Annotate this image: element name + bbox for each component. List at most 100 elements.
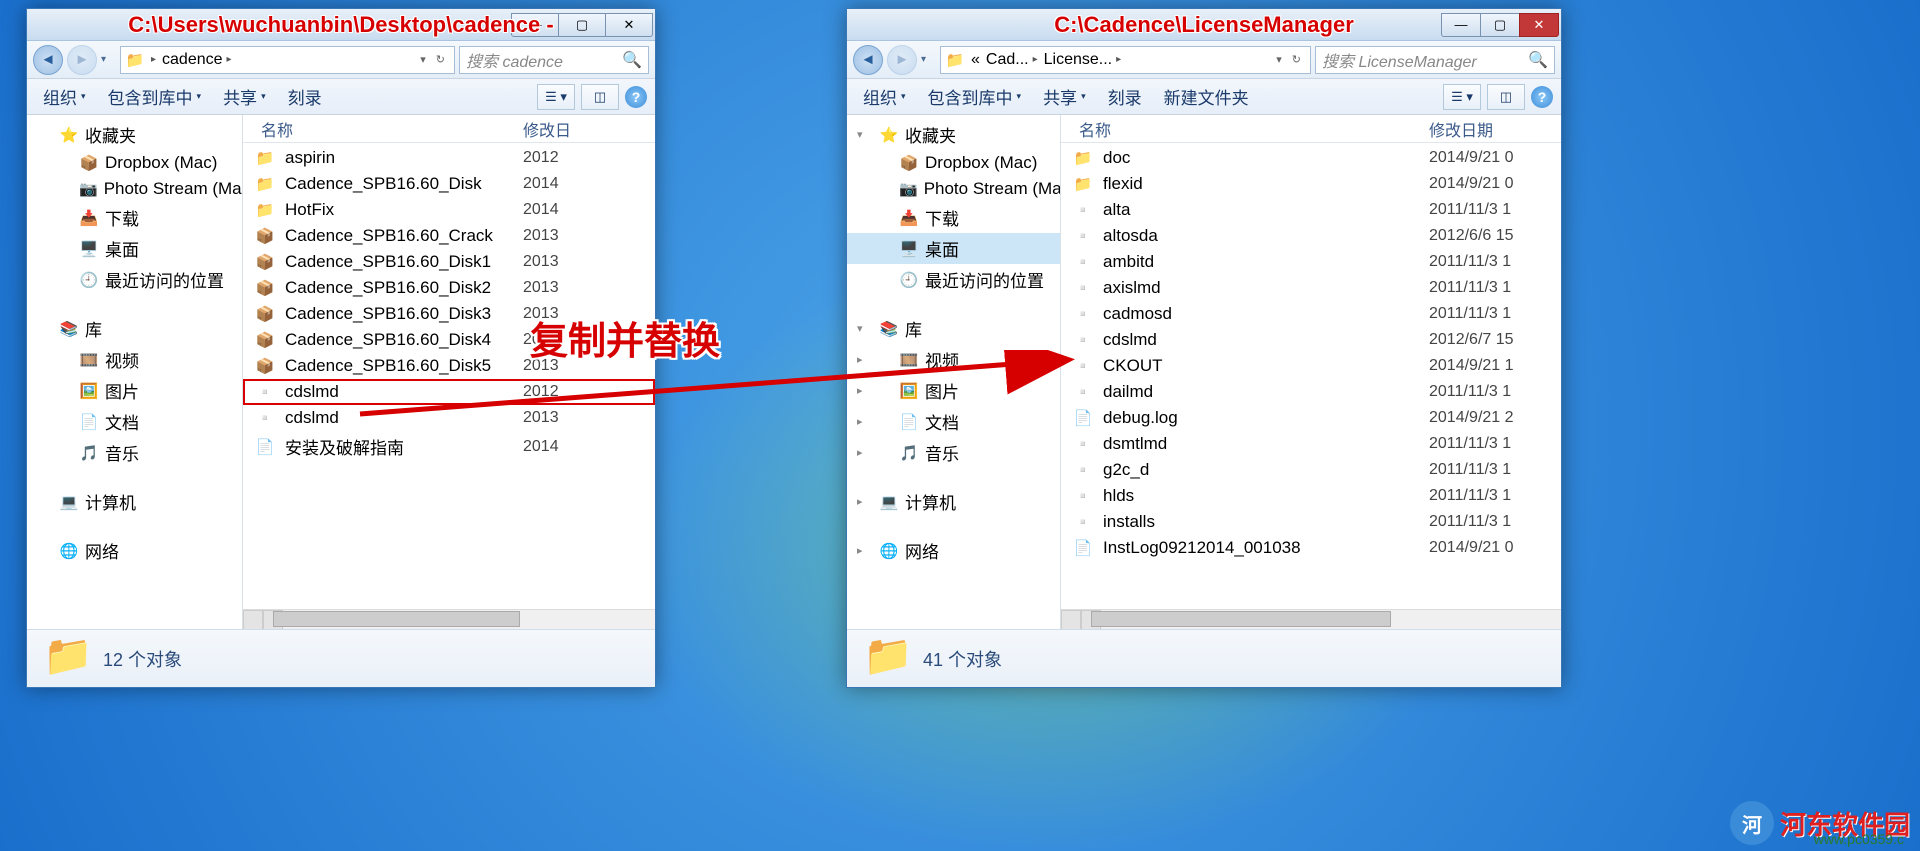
file-row[interactable]: 📁aspirin2012 — [243, 145, 655, 171]
share-menu[interactable]: 共享▾ — [215, 80, 274, 113]
preview-pane-button[interactable]: ◫ — [581, 84, 619, 110]
file-list[interactable]: 📁aspirin2012📁Cadence_SPB16.60_Disk2014📁H… — [243, 143, 655, 609]
file-row[interactable]: 📦Cadence_SPB16.60_Disk22013 — [243, 275, 655, 301]
file-row[interactable]: ▫️CKOUT2014/9/21 1 — [1061, 353, 1561, 379]
file-row[interactable]: 📦Cadence_SPB16.60_Disk12013 — [243, 249, 655, 275]
breadcrumb-seg[interactable]: Cad...▸ — [986, 51, 1038, 69]
close-button[interactable]: ✕ — [1519, 13, 1559, 37]
include-menu[interactable]: 包含到库中▾ — [920, 80, 1030, 113]
file-row[interactable]: ▫️cdslmd2013 — [243, 405, 655, 431]
nav-lib-item[interactable]: ▸🎵音乐 — [847, 437, 1060, 468]
nav-lib-item[interactable]: 🎵音乐 — [27, 437, 242, 468]
search-input[interactable]: 搜索 cadence 🔍 — [459, 46, 649, 74]
titlebar[interactable]: C:\Users\wuchuanbin\Desktop\cadence - — … — [27, 9, 655, 41]
breadcrumb-seg[interactable]: License...▸ — [1044, 51, 1122, 69]
forward-button[interactable]: ► — [67, 45, 97, 75]
organize-menu[interactable]: 组织▾ — [855, 80, 914, 113]
nav-history-dropdown[interactable]: ▾ — [101, 54, 116, 65]
file-row[interactable]: ▫️cdslmd2012 — [243, 379, 655, 405]
nav-fav-item[interactable]: 📦Dropbox (Mac) — [847, 150, 1060, 176]
nav-history-dropdown[interactable]: ▾ — [921, 54, 936, 65]
address-dropdown-icon[interactable]: ▾↻ — [1271, 53, 1306, 66]
nav-libraries[interactable]: ▾📚库 — [847, 313, 1060, 344]
file-row[interactable]: ▫️dailmd2011/11/3 1 — [1061, 379, 1561, 405]
file-row[interactable]: ▫️ambitd2011/11/3 1 — [1061, 249, 1561, 275]
back-button[interactable]: ◄ — [33, 45, 63, 75]
nav-lib-item[interactable]: ▸📄文档 — [847, 406, 1060, 437]
nav-fav-item[interactable]: 📷Photo Stream (Mac) — [27, 176, 242, 202]
file-row[interactable]: 📄InstLog09212014_0010382014/9/21 0 — [1061, 535, 1561, 561]
nav-fav-item[interactable]: 🖥️桌面 — [27, 233, 242, 264]
help-button[interactable]: ? — [1531, 86, 1553, 108]
nav-fav-item[interactable]: 🕘最近访问的位置 — [27, 264, 242, 295]
file-row[interactable]: 📄debug.log2014/9/21 2 — [1061, 405, 1561, 431]
column-headers[interactable]: 名称 修改日期 — [1061, 115, 1561, 143]
maximize-button[interactable]: ▢ — [558, 13, 606, 37]
col-date[interactable]: 修改日期 — [1429, 117, 1549, 141]
file-row[interactable]: 📄安装及破解指南2014 — [243, 431, 655, 462]
nav-computer[interactable]: ▸💻计算机 — [847, 486, 1060, 517]
forward-button[interactable]: ► — [887, 45, 917, 75]
close-button[interactable]: ✕ — [605, 13, 653, 37]
preview-pane-button[interactable]: ◫ — [1487, 84, 1525, 110]
file-row[interactable]: 📁HotFix2014 — [243, 197, 655, 223]
nav-favorites[interactable]: ▾⭐收藏夹 — [847, 119, 1060, 150]
horizontal-scrollbar[interactable] — [1061, 609, 1561, 629]
organize-menu[interactable]: 组织▾ — [35, 80, 94, 113]
nav-network[interactable]: ▸🌐网络 — [847, 535, 1060, 566]
file-row[interactable]: 📁flexid2014/9/21 0 — [1061, 171, 1561, 197]
nav-fav-item[interactable]: 📥下载 — [847, 202, 1060, 233]
file-list[interactable]: 📁doc2014/9/21 0📁flexid2014/9/21 0▫️alta2… — [1061, 143, 1561, 609]
breadcrumb-seg[interactable]: cadence▸ — [162, 51, 232, 69]
titlebar[interactable]: C:\Cadence\LicenseManager — ▢ ✕ — [847, 9, 1561, 41]
file-row[interactable]: ▫️axislmd2011/11/3 1 — [1061, 275, 1561, 301]
minimize-button[interactable]: — — [1441, 13, 1481, 37]
nav-lib-item[interactable]: ▸🖼️图片 — [847, 375, 1060, 406]
nav-fav-item[interactable]: 🖥️桌面 — [847, 233, 1060, 264]
include-menu[interactable]: 包含到库中▾ — [100, 80, 210, 113]
file-row[interactable]: ▫️cdslmd2012/6/7 15 — [1061, 327, 1561, 353]
file-row[interactable]: ▫️dsmtlmd2011/11/3 1 — [1061, 431, 1561, 457]
file-row[interactable]: ▫️alta2011/11/3 1 — [1061, 197, 1561, 223]
share-menu[interactable]: 共享▾ — [1035, 80, 1094, 113]
col-name[interactable]: 名称 — [255, 117, 523, 141]
burn-button[interactable]: 刻录 — [1100, 80, 1150, 113]
nav-favorites[interactable]: ⭐收藏夹 — [27, 119, 242, 150]
nav-lib-item[interactable]: 📄文档 — [27, 406, 242, 437]
file-row[interactable]: ▫️hlds2011/11/3 1 — [1061, 483, 1561, 509]
view-mode-button[interactable]: ☰ ▾ — [1443, 84, 1481, 110]
nav-fav-item[interactable]: 📥下载 — [27, 202, 242, 233]
file-row[interactable]: 📦Cadence_SPB16.60_Crack2013 — [243, 223, 655, 249]
address-dropdown-icon[interactable]: ▾↻ — [415, 53, 450, 66]
col-name[interactable]: 名称 — [1073, 117, 1429, 141]
navigation-pane[interactable]: ⭐收藏夹 📦Dropbox (Mac) 📷Photo Stream (Mac) … — [27, 115, 243, 629]
address-bar[interactable]: 📁 ▸ cadence▸ ▾↻ — [120, 46, 455, 74]
file-row[interactable]: 📁Cadence_SPB16.60_Disk2014 — [243, 171, 655, 197]
view-mode-button[interactable]: ☰ ▾ — [537, 84, 575, 110]
nav-network[interactable]: 🌐网络 — [27, 535, 242, 566]
file-row[interactable]: 📁doc2014/9/21 0 — [1061, 145, 1561, 171]
new-folder-button[interactable]: 新建文件夹 — [1156, 80, 1257, 113]
nav-computer[interactable]: 💻计算机 — [27, 486, 242, 517]
maximize-button[interactable]: ▢ — [1480, 13, 1520, 37]
column-headers[interactable]: 名称 修改日 — [243, 115, 655, 143]
file-row[interactable]: ▫️installs2011/11/3 1 — [1061, 509, 1561, 535]
horizontal-scrollbar[interactable] — [243, 609, 655, 629]
nav-fav-item[interactable]: 🕘最近访问的位置 — [847, 264, 1060, 295]
navigation-pane[interactable]: ▾⭐收藏夹 📦Dropbox (Mac) 📷Photo Stream (Mac)… — [847, 115, 1061, 629]
nav-fav-item[interactable]: 📷Photo Stream (Mac) — [847, 176, 1060, 202]
file-row[interactable]: ▫️altosda2012/6/6 15 — [1061, 223, 1561, 249]
nav-lib-item[interactable]: ▸🎞️视频 — [847, 344, 1060, 375]
nav-lib-item[interactable]: 🎞️视频 — [27, 344, 242, 375]
nav-libraries[interactable]: 📚库 — [27, 313, 242, 344]
address-bar[interactable]: 📁 « Cad...▸ License...▸ ▾↻ — [940, 46, 1311, 74]
file-row[interactable]: ▫️cadmosd2011/11/3 1 — [1061, 301, 1561, 327]
nav-fav-item[interactable]: 📦Dropbox (Mac) — [27, 150, 242, 176]
nav-lib-item[interactable]: 🖼️图片 — [27, 375, 242, 406]
col-date[interactable]: 修改日 — [523, 117, 643, 141]
breadcrumb-seg[interactable]: « — [971, 51, 980, 69]
search-input[interactable]: 搜索 LicenseManager 🔍 — [1315, 46, 1555, 74]
burn-button[interactable]: 刻录 — [280, 80, 330, 113]
back-button[interactable]: ◄ — [853, 45, 883, 75]
file-row[interactable]: ▫️g2c_d2011/11/3 1 — [1061, 457, 1561, 483]
